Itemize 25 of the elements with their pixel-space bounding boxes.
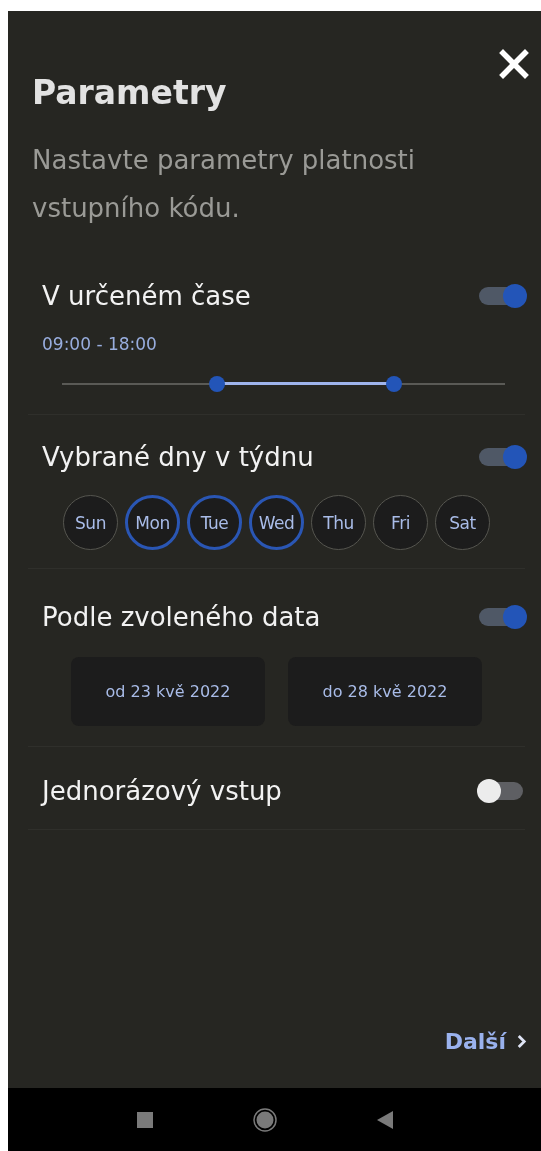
slider-thumb[interactable] bbox=[209, 376, 226, 392]
back-icon[interactable] bbox=[376, 1110, 393, 1129]
day-button[interactable]: Sat bbox=[435, 495, 490, 550]
page-title: Parametry bbox=[31, 72, 228, 112]
day-button[interactable]: Tue bbox=[187, 495, 242, 550]
setting-label: Vybrané dny v týdnu bbox=[42, 442, 314, 472]
date-button[interactable]: do 28 kvě 2022 bbox=[288, 657, 482, 726]
setting-label: V určeném čase bbox=[42, 281, 251, 311]
date-button[interactable]: od 23 kvě 2022 bbox=[71, 657, 265, 726]
home-icon[interactable] bbox=[252, 1107, 277, 1132]
chevron-icon bbox=[516, 1034, 527, 1049]
recents-icon[interactable] bbox=[136, 1111, 153, 1128]
day-button[interactable]: Thu bbox=[311, 495, 366, 550]
day-button[interactable]: Fri bbox=[373, 495, 428, 550]
subtitle: Nastavte parametry platnosti vstupního kódu. bbox=[31, 144, 417, 225]
day-button[interactable]: Mon bbox=[125, 495, 180, 550]
next-button[interactable]: Další bbox=[440, 1027, 531, 1056]
toggle-switch[interactable] bbox=[479, 782, 523, 800]
setting-label: Podle zvoleného data bbox=[42, 602, 321, 632]
time-range: 09:00 - 18:00 bbox=[42, 334, 158, 354]
slider-thumb[interactable] bbox=[386, 376, 403, 392]
day-button[interactable]: Wed bbox=[249, 495, 304, 550]
day-button[interactable]: Sun bbox=[63, 495, 118, 550]
setting-label: Jednorázový vstup bbox=[42, 776, 282, 806]
close-icon[interactable] bbox=[499, 49, 529, 79]
